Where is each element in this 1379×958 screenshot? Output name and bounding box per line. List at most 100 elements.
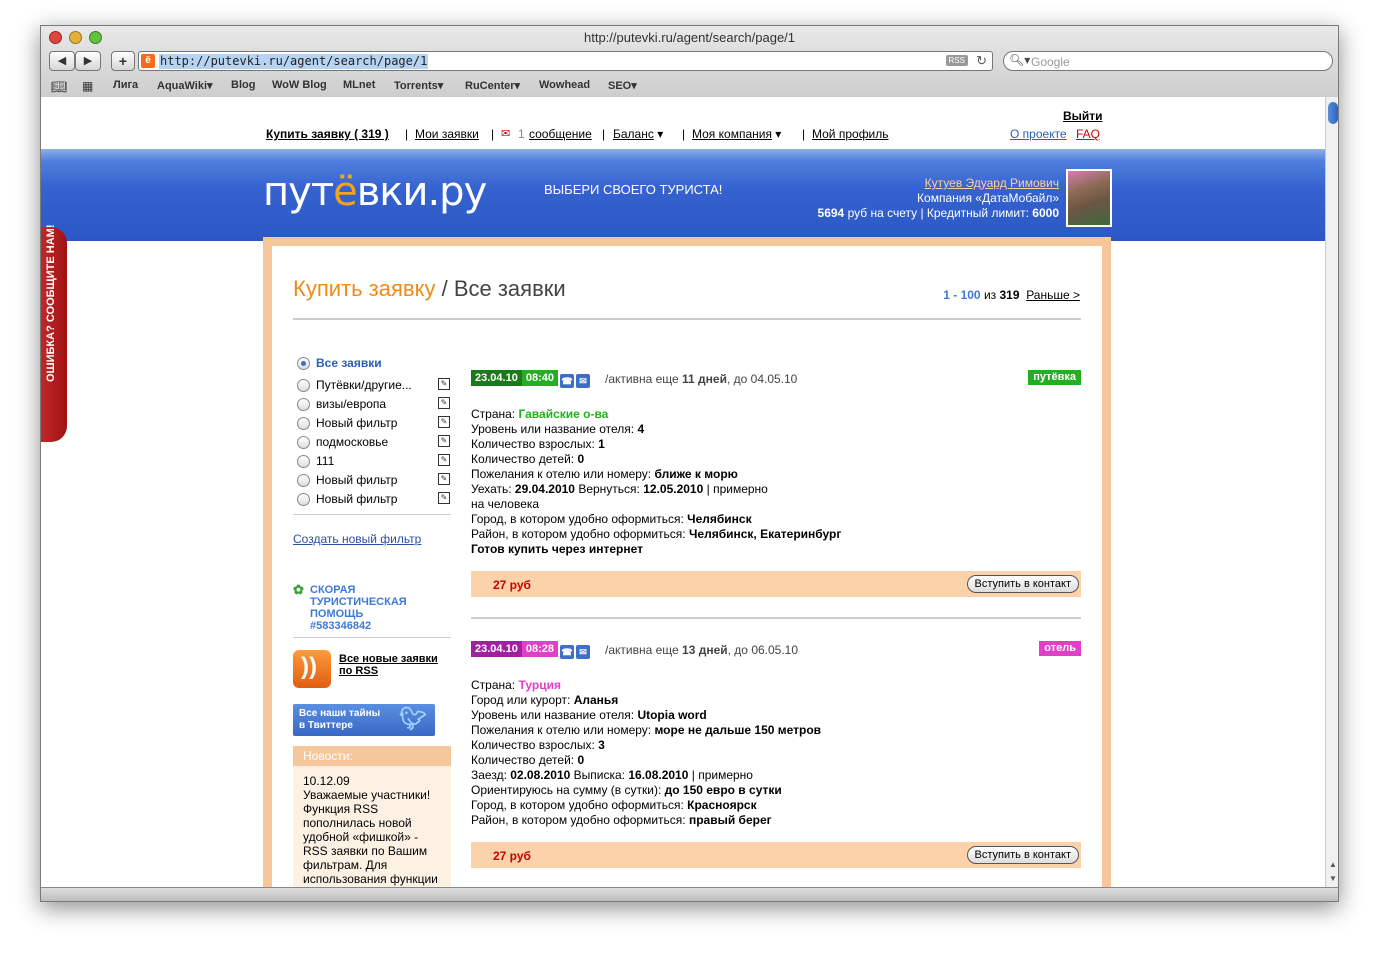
- company-name: Компания «ДатаМобайл»: [917, 191, 1059, 205]
- email-icon: ✉: [575, 645, 590, 659]
- error-report-tab[interactable]: ОШИБКА? СООБЩИТЕ НАМ!: [41, 225, 67, 442]
- my-orders-link[interactable]: Мои заявки: [415, 127, 479, 141]
- listing-price-bar: 27 руб Вступить в контакт: [471, 571, 1081, 597]
- reading-list-icon[interactable]: 📖︎: [51, 79, 68, 95]
- pager-next-link[interactable]: Раньше >: [1026, 288, 1080, 302]
- divider: [471, 617, 1081, 619]
- bookmarks-bar: 📖︎ ▦ Лига AquaWiki▾ Blog WoW Blog MLnet …: [41, 77, 1338, 95]
- account-balance: 5694: [817, 206, 845, 220]
- scroll-up-icon[interactable]: ▲: [1329, 860, 1337, 869]
- bookmark-item[interactable]: Wowhead: [539, 79, 590, 91]
- radio-icon[interactable]: [297, 455, 310, 468]
- contact-button[interactable]: Вступить в контакт: [966, 575, 1079, 593]
- edit-icon[interactable]: ✎: [438, 435, 450, 447]
- radio-icon[interactable]: [297, 436, 310, 449]
- edit-icon[interactable]: ✎: [438, 416, 450, 428]
- radio-icon[interactable]: [297, 417, 310, 430]
- twitter-banner[interactable]: Все наши тайны в Твиттере 🐦︎: [293, 704, 435, 736]
- news-text: Уважаемые участники! Функция RSS пополни…: [303, 788, 438, 887]
- window-title: http://putevki.ru/agent/search/page/1: [583, 30, 796, 45]
- top-sites-icon[interactable]: ▦: [82, 79, 93, 93]
- rss-icon[interactable]: )): [293, 650, 331, 688]
- buy-orders-link[interactable]: Купить заявку ( 319 ): [266, 127, 389, 141]
- company-menu[interactable]: Моя компания ▾: [692, 127, 781, 141]
- divider: [293, 514, 451, 515]
- bookmark-item[interactable]: MLnet: [343, 79, 375, 91]
- listing-price: 27 руб: [493, 849, 531, 863]
- divider: [293, 318, 1081, 320]
- search-icon: 🔍︎▾: [1009, 53, 1031, 67]
- edit-icon[interactable]: ✎: [438, 454, 450, 466]
- bookmark-item[interactable]: SEO▾: [608, 79, 637, 92]
- buy-breadcrumb-link[interactable]: Купить заявку: [293, 276, 435, 301]
- avatar[interactable]: [1066, 169, 1112, 227]
- radio-icon[interactable]: [297, 474, 310, 487]
- tourist-help-link[interactable]: ✿ СКОРАЯ ТУРИСТИЧЕСКАЯ ПОМОЩЬ #583346842: [293, 583, 407, 632]
- bookmark-item[interactable]: RuCenter▾: [465, 79, 520, 92]
- create-filter-link[interactable]: Создать новый фильтр: [293, 532, 421, 546]
- listing-datetime: 23.04.10 08:28 ☎ ✉: [471, 641, 590, 659]
- radio-icon[interactable]: [297, 379, 310, 392]
- about-link[interactable]: О проекте: [1010, 127, 1067, 141]
- listing-status: /активна еще 13 дней, до 06.05.10: [605, 643, 799, 657]
- credit-limit: 6000: [1032, 206, 1059, 220]
- listing-status: /активна еще 11 дней, до 04.05.10: [605, 372, 798, 386]
- balance-menu[interactable]: Баланс ▾: [613, 127, 663, 141]
- news-body: 10.12.09 Уважаемые участники! Функция RS…: [293, 766, 451, 887]
- scrollbar-thumb[interactable]: [1328, 102, 1338, 124]
- twitter-bird-icon: 🐦︎: [399, 706, 427, 731]
- url-field[interactable]: http://putevki.ru/agent/search/page/1: [159, 54, 429, 69]
- radio-selected-icon[interactable]: [297, 357, 310, 370]
- back-button[interactable]: ◀: [49, 51, 75, 71]
- status-bar: [41, 887, 1338, 901]
- faq-link[interactable]: FAQ: [1076, 127, 1100, 141]
- edit-icon[interactable]: ✎: [438, 492, 450, 504]
- site-slogan: ВЫБЕРИ СВОЕГО ТУРИСТА!: [544, 182, 723, 197]
- scroll-down-icon[interactable]: ▼: [1329, 874, 1337, 883]
- bookmark-item[interactable]: WoW Blog: [272, 79, 327, 91]
- listing-price-bar: 27 руб Вступить в контакт: [471, 842, 1081, 868]
- listing-type-tag: путёвка: [1028, 370, 1081, 385]
- search-field[interactable]: 🔍︎▾ Google: [1003, 51, 1333, 71]
- vertical-scrollbar[interactable]: ▲ ▼: [1325, 97, 1338, 887]
- listing-price: 27 руб: [493, 578, 531, 592]
- pager-range: 1 - 100: [943, 288, 981, 302]
- rss-badge[interactable]: RSS: [945, 55, 968, 66]
- site-favicon-icon: ё: [141, 54, 155, 68]
- page-title: Все заявки: [453, 276, 566, 301]
- news-date: 10.12.09: [303, 774, 350, 788]
- add-bookmark-button[interactable]: +: [111, 51, 135, 71]
- edit-icon[interactable]: ✎: [438, 378, 450, 390]
- listing-datetime: 23.04.10 08:40 ☎ ✉: [471, 370, 590, 388]
- site-header: путёвки.ру ВЫБЕРИ СВОЕГО ТУРИСТА! Кутуев…: [41, 149, 1325, 241]
- forward-button[interactable]: ▶: [75, 51, 101, 71]
- user-name-link[interactable]: Кутуев Эдуард Римович: [925, 176, 1059, 190]
- edit-icon[interactable]: ✎: [438, 473, 450, 485]
- envelope-icon: ✉: [501, 128, 511, 140]
- listing-type-tag: отель: [1039, 641, 1081, 656]
- radio-icon[interactable]: [297, 493, 310, 506]
- search-placeholder: Google: [1031, 55, 1070, 69]
- bookmark-item[interactable]: Blog: [231, 79, 255, 91]
- bookmark-item[interactable]: Лига: [113, 79, 138, 91]
- pager-total: 319: [999, 288, 1020, 302]
- breadcrumb: Купить заявку / Все заявки: [293, 276, 566, 301]
- site-logo[interactable]: путёвки.ру: [263, 169, 487, 215]
- top-navigation: Купить заявку ( 319 ) | Мои заявки | ✉ 1…: [41, 97, 1325, 149]
- email-icon: ✉: [575, 374, 590, 388]
- messages-link[interactable]: сообщение: [529, 127, 592, 141]
- reload-icon[interactable]: ↻: [976, 53, 987, 69]
- listing-details: Страна: Гавайские о-ва Уровень или назва…: [471, 407, 842, 556]
- radio-icon[interactable]: [297, 398, 310, 411]
- bookmark-item[interactable]: Torrents▾: [394, 79, 443, 92]
- phone-icon: ☎: [559, 374, 574, 388]
- contact-button[interactable]: Вступить в контакт: [966, 846, 1079, 864]
- edit-icon[interactable]: ✎: [438, 397, 450, 409]
- address-bar[interactable]: ё http://putevki.ru/agent/search/page/1 …: [138, 51, 993, 71]
- logout-link[interactable]: Выйти: [1063, 109, 1103, 123]
- news-header: Новости:: [293, 746, 451, 766]
- bookmark-item[interactable]: AquaWiki▾: [157, 79, 213, 92]
- profile-link[interactable]: Мой профиль: [812, 127, 889, 141]
- pager: 1 - 100 из 319 Раньше >: [943, 288, 1080, 302]
- page-content: Купить заявку ( 319 ) | Мои заявки | ✉ 1…: [41, 97, 1325, 887]
